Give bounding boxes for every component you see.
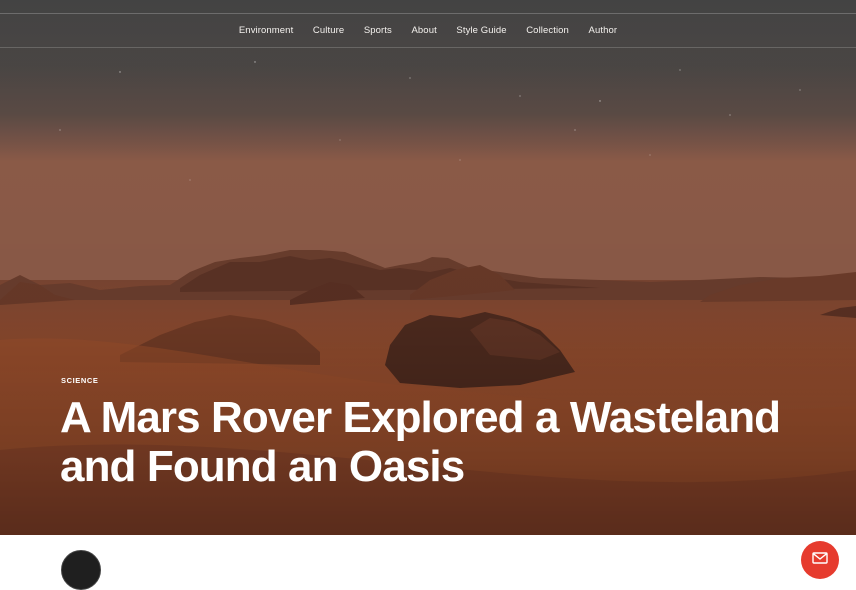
nav-item-environment[interactable]: Environment (229, 25, 303, 36)
author-avatar[interactable] (61, 550, 101, 590)
article-title-line-2: and Found an Oasis (60, 442, 465, 491)
nav-item-about[interactable]: About (402, 25, 447, 36)
main-navigation: Environment Culture Sports About Style G… (0, 14, 856, 47)
nav-item-sports[interactable]: Sports (354, 25, 402, 36)
article-title: A Mars Rover Explored a Wasteland and Fo… (60, 393, 820, 491)
nav-item-culture[interactable]: Culture (303, 25, 354, 36)
nav-divider (0, 47, 856, 48)
hero-section: Environment Culture Sports About Style G… (0, 0, 856, 535)
nav-item-style-guide[interactable]: Style Guide (447, 25, 517, 36)
nav-item-collection[interactable]: Collection (516, 25, 578, 36)
mail-icon (812, 552, 828, 564)
subscribe-button[interactable] (801, 541, 839, 579)
article-title-line-1: A Mars Rover Explored a Wasteland (60, 393, 781, 442)
category-tag[interactable]: SCIENCE (61, 376, 99, 385)
nav-item-author[interactable]: Author (579, 25, 627, 36)
